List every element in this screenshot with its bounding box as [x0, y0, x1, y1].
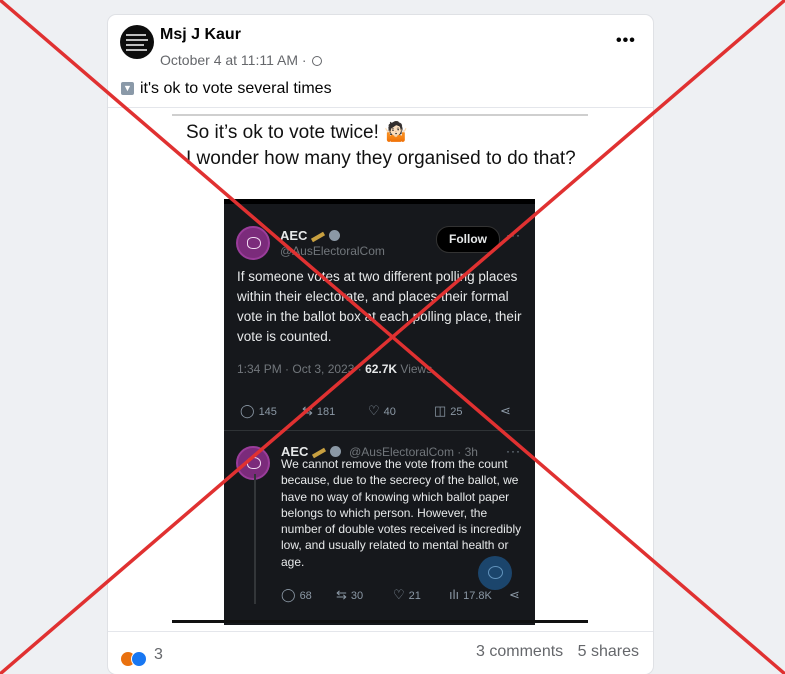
like-icon: ♡ [393, 587, 405, 602]
author-avatar[interactable] [120, 25, 154, 59]
tweet-bookmark-stat: ◫ 25 [434, 403, 463, 418]
tweet-views-count: 62.7K [365, 362, 398, 376]
tweet-like-stat: ♡ 40 [368, 403, 396, 418]
post-timestamp[interactable]: October 4 at 11:11 AM [160, 52, 298, 68]
tweet-author-avatar [236, 226, 270, 260]
share-icon: ⋖ [500, 403, 511, 418]
like-reaction-icon [131, 651, 147, 667]
tweet-retweet-stat: ⇆ 181 [302, 403, 336, 418]
screenshot-bottom-rule [172, 620, 588, 623]
shares-link[interactable]: 5 shares [578, 643, 639, 660]
shared-screenshot: So it’s ok to vote twice! 🤷🏻 I wonder ho… [172, 114, 588, 629]
like-icon: ♡ [368, 403, 380, 418]
tweet-views-label: Views [397, 362, 433, 376]
reply-icon: ◯ [281, 587, 296, 602]
reply-icon: ◯ [240, 403, 255, 418]
post-caption-text: it's ok to vote several times [140, 80, 332, 97]
tweet-screenshot: AEC @AusElectoralCom Follow ··· If someo… [224, 199, 535, 625]
tweet-more-icon: ··· [506, 228, 521, 242]
reply-views-stat: ılı 17.8K [449, 587, 492, 602]
post-footer: 3 3 comments 5 shares [108, 635, 653, 674]
retweet-icon: ⇆ [336, 587, 347, 602]
views-icon: ılı [449, 587, 460, 602]
reply-retweet-stat: ⇆ 30 [336, 587, 364, 602]
reply-like-stat: ♡ 21 [393, 587, 421, 602]
post-more-button[interactable]: ••• [616, 32, 636, 50]
tweet-author-name: AEC [280, 228, 308, 243]
post-image[interactable]: So it’s ok to vote twice! 🤷🏻 I wonder ho… [108, 107, 653, 632]
chat-bubble-icon [478, 556, 512, 590]
reply-reply-stat: ◯ 68 [281, 587, 312, 602]
tweet-author-name-row: AEC [280, 228, 341, 243]
tweet-reply-stat: ◯ 145 [240, 403, 277, 418]
post-timestamp-line: October 4 at 11:11 AM · [160, 52, 323, 68]
author-name[interactable]: Msj J Kaur [160, 26, 241, 44]
facebook-post-card: Msj J Kaur October 4 at 11:11 AM · ••• ▼… [108, 15, 653, 674]
post-stats: 3 comments 5 shares [466, 643, 639, 661]
globe-icon [312, 56, 323, 67]
comments-link[interactable]: 3 comments [476, 643, 563, 660]
tweet-body: If someone votes at two different pollin… [237, 269, 522, 344]
reply-author-avatar [236, 446, 270, 480]
tweet-time: 1:34 PM · Oct 3, 2023 · [237, 362, 366, 376]
share-icon: ⋖ [509, 587, 520, 602]
pencil-emoji-icon [311, 231, 326, 242]
reply-body: We cannot remove the vote from the count… [281, 457, 522, 569]
screenshot-top-rule [172, 114, 588, 116]
verified-icon [329, 230, 341, 241]
tweet-divider [224, 430, 535, 431]
timestamp-separator: · [301, 52, 307, 68]
tweet-author-handle: @AusElectoralCom [280, 244, 385, 258]
thread-line [254, 474, 256, 604]
reaction-count: 3 [154, 646, 163, 663]
tweet-meta: 1:34 PM · Oct 3, 2023 · 62.7K Views [237, 362, 432, 376]
screenshot-overlay-text: So it’s ok to vote twice! 🤷🏻 I wonder ho… [186, 122, 576, 169]
follow-button: Follow [436, 226, 500, 253]
retweet-icon: ⇆ [302, 403, 313, 418]
post-caption: ▼ it's ok to vote several times [121, 80, 332, 98]
bookmark-icon: ◫ [434, 403, 447, 418]
down-arrow-emoji-icon: ▼ [121, 82, 134, 96]
